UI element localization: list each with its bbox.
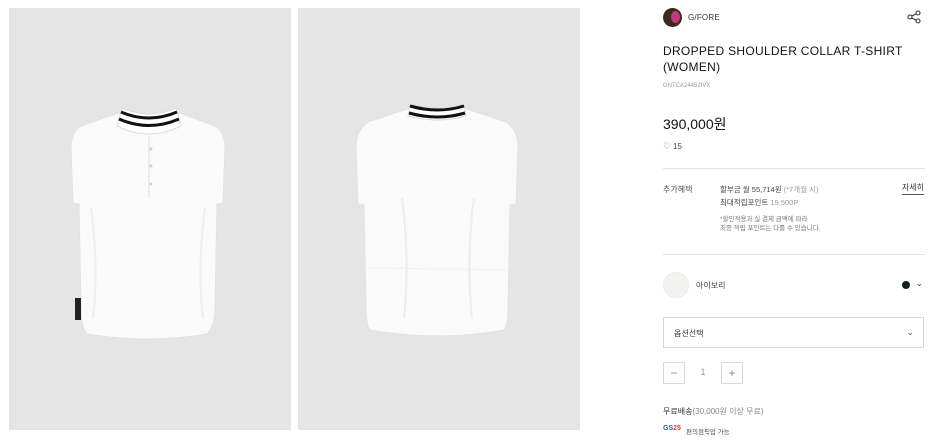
points-info: 최대적립포인트 19,500P [720,197,798,208]
chevron-down-icon[interactable]: ⌄ [915,278,923,289]
shipping-detail: (30,000원 이상 무료) [692,407,764,416]
benefit-detail-link[interactable]: 자세히 [901,182,924,195]
product-code: GNTCA24452IVX [663,83,711,89]
share-icon[interactable] [907,10,921,24]
brand-name[interactable]: G/FORE [688,13,720,22]
points-value: 19,500P [770,198,799,207]
installment-info: 할부금 월 55,714원 (*7개월 시) [720,184,819,195]
installment-note: (*7개월 시) [783,185,819,194]
gs25-pickup: GS25 편의점픽업 가능 [663,425,863,437]
product-image-front[interactable] [9,8,291,430]
product-info-panel: G/FORE DROPPED SHOULDER COLLAR T-SHIRT (… [663,0,925,442]
product-image-back[interactable] [298,8,580,430]
color-selector[interactable]: 아이보리 ⌄ [663,271,925,299]
divider [663,168,925,169]
option-select-label: 옵션선택 [674,329,704,338]
color-name: 아이보리 [696,281,726,290]
shipping-info: 무료배송(30,000원 이상 무료) [663,406,764,417]
points-note-line2: 최종 적립 포인트는 다를 수 있습니다. [720,225,821,232]
quantity-stepper: − 1 + [663,362,745,384]
gs25-pickup-text: 편의점픽업 가능 [686,429,730,436]
gs-logo-number: 25 [673,425,681,432]
like-count: 15 [673,142,682,151]
gs-logo-letters: GS [663,425,674,432]
shirt-front-illustration [70,107,226,340]
chevron-down-icon: ⌄ [906,327,914,337]
product-title: DROPPED SHOULDER COLLAR T-SHIRT (WOMEN) [663,44,903,74]
divider [663,254,925,255]
heart-icon: ♡ [663,141,672,151]
shipping-label: 무료배송 [663,407,693,416]
color-dot[interactable] [902,281,910,289]
installment-amount: 할부금 월 55,714원 [720,185,782,194]
like-button[interactable]: ♡ 15 [663,141,682,152]
quantity-decrease-button[interactable]: − [663,362,685,384]
gs25-logo: GS25 [663,425,681,432]
option-select[interactable]: 옵션선택 ⌄ [663,317,924,348]
quantity-increase-button[interactable]: + [721,362,743,384]
product-price: 390,000원 [663,116,727,132]
shirt-back-illustration [355,103,519,337]
brand-avatar-image[interactable] [663,8,682,27]
brand-row: G/FORE [663,8,925,28]
benefit-label: 추가혜택 [663,185,693,194]
product-gallery [0,0,600,442]
color-swatch[interactable] [663,272,689,298]
quantity-value[interactable]: 1 [685,367,721,377]
points-label: 최대적립포인트 [720,198,769,207]
